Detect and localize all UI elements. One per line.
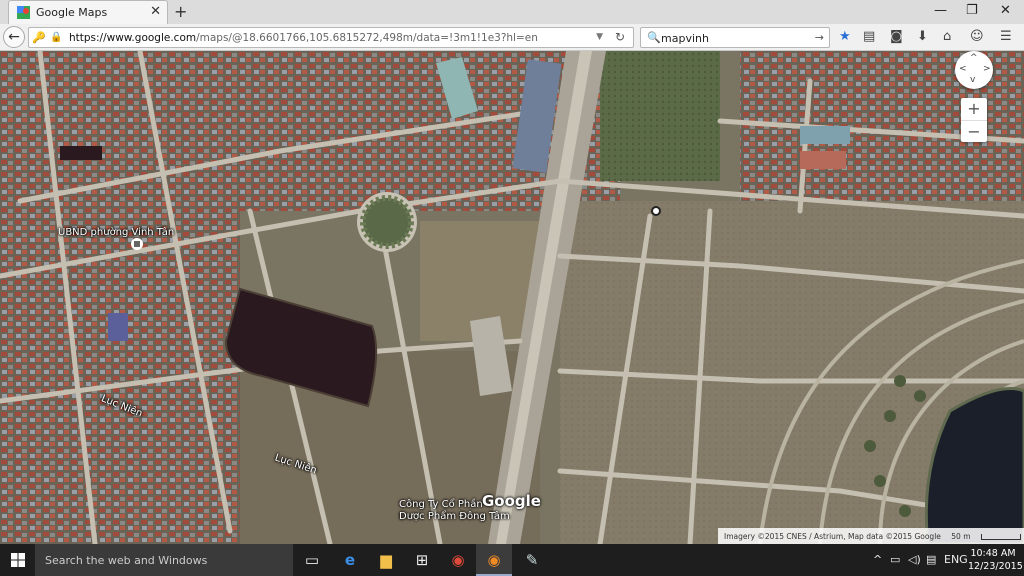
edge-icon[interactable]: e xyxy=(332,544,368,576)
tab-title: Google Maps xyxy=(36,6,108,19)
taskbar-clock[interactable]: 10:48 AM 12/23/2015 xyxy=(968,547,1023,573)
clipboard-icon[interactable]: ▤ xyxy=(863,29,875,44)
pan-right-icon[interactable]: > xyxy=(983,64,991,74)
google-maps-favicon-icon xyxy=(17,6,30,19)
home-icon[interactable]: ⌂ xyxy=(943,29,951,44)
windows-taskbar: Search the web and Windows ▭ e ▆ ⊞ ◉ ◉ ✎… xyxy=(0,544,1024,576)
scale-bar xyxy=(980,534,1021,540)
close-window-icon[interactable]: ✕ xyxy=(1000,3,1011,18)
scale-label: 50 m xyxy=(951,532,971,541)
map-label-ubnd[interactable]: UBND phường Vinh Tân xyxy=(58,227,174,238)
windows-start-icon[interactable] xyxy=(11,553,25,567)
chrome-icon[interactable]: ◉ xyxy=(440,544,476,576)
lock-icon: 🔒 xyxy=(50,32,63,43)
url-text[interactable]: https://www.google.com/maps/@18.6601766,… xyxy=(69,32,538,44)
language-indicator[interactable]: ENG xyxy=(944,553,968,566)
task-view-icon[interactable]: ▭ xyxy=(294,544,330,576)
taskbar-search-placeholder: Search the web and Windows xyxy=(45,554,208,567)
pocket-icon[interactable]: ◙ xyxy=(890,29,903,44)
tray-expand-icon[interactable]: ^ xyxy=(873,553,882,566)
navigation-bar: ← 🔑 🔒 https://www.google.com/maps/@18.66… xyxy=(0,24,1024,51)
history-dropdown-icon[interactable]: ▼ xyxy=(596,32,603,42)
reload-icon[interactable]: ↻ xyxy=(615,30,625,44)
clock-time: 10:48 AM xyxy=(970,548,1016,559)
new-tab-icon[interactable]: + xyxy=(174,2,187,21)
map-label-company-line2[interactable]: Dược Phẩm Đông Tâm xyxy=(399,511,510,522)
url-bar[interactable]: 🔑 🔒 https://www.google.com/maps/@18.6601… xyxy=(28,27,634,48)
search-icon: 🔍 xyxy=(647,31,661,44)
search-input[interactable]: mapvinh xyxy=(661,32,709,45)
map-label-company-line1[interactable]: Công Ty Cổ Phần xyxy=(399,499,483,510)
search-go-icon[interactable]: → xyxy=(815,31,824,44)
map-attribution: Imagery ©2015 CNES / Astrium, Map data ©… xyxy=(718,528,1024,544)
pan-down-icon[interactable]: v xyxy=(970,75,975,85)
zoom-out-button[interactable]: − xyxy=(961,120,987,142)
url-host: https://www.google.com xyxy=(69,32,197,44)
browser-tab[interactable]: Google Maps ✕ xyxy=(8,0,168,24)
menu-icon[interactable]: ☰ xyxy=(1000,29,1012,44)
file-explorer-icon[interactable]: ▆ xyxy=(368,544,404,576)
pan-up-icon[interactable]: ^ xyxy=(970,53,978,63)
zoom-control: + − xyxy=(961,98,987,142)
download-icon[interactable]: ⬇ xyxy=(917,29,928,44)
tab-bar: Google Maps ✕ + — ❐ ✕ xyxy=(0,0,1024,24)
satellite-imagery xyxy=(0,51,1024,544)
store-icon[interactable]: ⊞ xyxy=(404,544,440,576)
clock-date: 12/23/2015 xyxy=(968,561,1023,572)
satellite-map[interactable]: UBND phường Vinh Tân Lục Niên Lục Niên C… xyxy=(0,51,1024,544)
search-bar[interactable]: 🔍 mapvinh → xyxy=(640,27,830,48)
site-info-icon[interactable]: 🔑 xyxy=(32,31,46,44)
tray-volume-icon[interactable]: ◁) xyxy=(908,553,921,566)
app-icon[interactable]: ✎ xyxy=(514,544,550,576)
tab-close-icon[interactable]: ✕ xyxy=(150,4,161,19)
google-logo: Google xyxy=(482,492,541,510)
taskbar-search-box[interactable]: Search the web and Windows xyxy=(35,544,293,576)
restore-icon[interactable]: ❐ xyxy=(966,3,978,18)
back-icon[interactable]: ← xyxy=(3,26,25,48)
chat-icon[interactable]: ☺ xyxy=(970,29,984,44)
tray-network-icon[interactable]: ▭ xyxy=(890,553,900,566)
url-path: /maps/@18.6601766,105.6815272,498m/data=… xyxy=(196,32,538,44)
minimize-icon[interactable]: — xyxy=(934,3,947,18)
tray-notification-icon[interactable]: ▤ xyxy=(926,553,936,566)
rotate-compass-control[interactable]: ^ v < > xyxy=(955,51,993,89)
bookmark-star-icon[interactable]: ★ xyxy=(839,29,851,44)
pan-left-icon[interactable]: < xyxy=(959,64,967,74)
firefox-icon[interactable]: ◉ xyxy=(476,544,512,576)
zoom-in-button[interactable]: + xyxy=(961,98,987,120)
attribution-text: Imagery ©2015 CNES / Astrium, Map data ©… xyxy=(724,532,941,541)
